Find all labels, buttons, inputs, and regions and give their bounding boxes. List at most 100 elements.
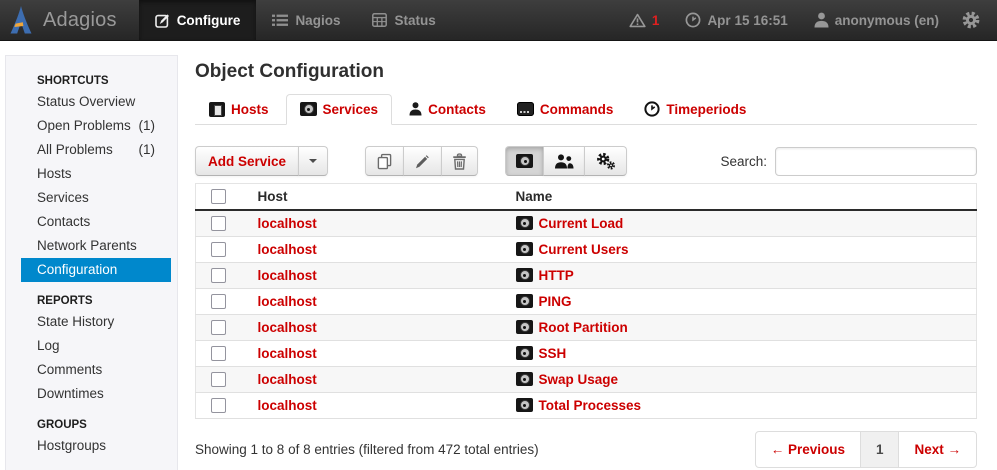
user-icon xyxy=(814,12,829,28)
row-checkbox[interactable] xyxy=(211,294,226,309)
contacts-view-button[interactable] xyxy=(543,146,585,176)
sidebar-item-comments[interactable]: Comments xyxy=(21,358,171,382)
sidebar-item-label: Status Overview xyxy=(37,94,135,110)
sidebar-item-hostgroups[interactable]: Hostgroups xyxy=(21,434,171,458)
next-page-button[interactable]: Next → xyxy=(898,431,977,468)
service-link[interactable]: Root Partition xyxy=(539,320,628,335)
tab-services[interactable]: Services xyxy=(286,94,393,125)
warning-icon xyxy=(629,13,646,28)
object-type-tabs: Hosts Services Contacts Commands xyxy=(195,94,977,125)
username-label: anonymous (en) xyxy=(835,13,939,28)
sidebar-item-state-history[interactable]: State History xyxy=(21,310,171,334)
sidebar-item-downtimes[interactable]: Downtimes xyxy=(21,382,171,406)
user-menu[interactable]: anonymous (en) xyxy=(806,12,947,28)
row-checkbox[interactable] xyxy=(211,346,226,361)
alerts-indicator[interactable]: 1 xyxy=(621,13,668,28)
service-link[interactable]: Total Processes xyxy=(539,398,642,413)
service-link[interactable]: PING xyxy=(539,294,572,309)
row-checkbox[interactable] xyxy=(211,268,226,283)
row-checkbox[interactable] xyxy=(211,242,226,257)
sidebar-item-label: Downtimes xyxy=(37,386,104,402)
service-link[interactable]: SSH xyxy=(539,346,567,361)
sidebar-item-network-parents[interactable]: Network Parents xyxy=(21,234,171,258)
table-row: localhost HTTP xyxy=(196,262,977,288)
previous-page-button[interactable]: ← Previous xyxy=(755,431,861,468)
select-all-checkbox[interactable] xyxy=(211,189,226,204)
services-view-button[interactable] xyxy=(505,146,544,176)
search-area: Search: xyxy=(720,147,977,176)
table-row: localhost Root Partition xyxy=(196,314,977,340)
sidebar-item-configuration[interactable]: Configuration xyxy=(21,258,171,282)
nav-item-nagios[interactable]: Nagios xyxy=(256,0,356,40)
host-link[interactable]: localhost xyxy=(258,268,317,283)
row-checkbox[interactable] xyxy=(211,372,226,387)
clock-icon xyxy=(685,12,701,28)
service-link[interactable]: Swap Usage xyxy=(539,372,619,387)
host-link[interactable]: localhost xyxy=(258,398,317,413)
service-link[interactable]: Current Users xyxy=(539,242,629,257)
sidebar-item-label: Configuration xyxy=(37,262,117,278)
sidebar-item-hosts[interactable]: Hosts xyxy=(21,162,171,186)
sidebar-section-title: SHORTCUTS xyxy=(21,71,171,90)
column-header-name: Name xyxy=(506,184,977,211)
host-link[interactable]: localhost xyxy=(258,346,317,361)
datetime-label: Apr 15 16:51 xyxy=(707,13,787,28)
row-checkbox[interactable] xyxy=(211,216,226,231)
sidebar-section-title: GROUPS xyxy=(21,415,171,434)
entries-info: Showing 1 to 8 of 8 entries (filtered fr… xyxy=(195,442,539,457)
problem-count-badge: (1) xyxy=(139,142,156,158)
tab-timeperiods[interactable]: Timeperiods xyxy=(630,94,760,125)
datetime-indicator[interactable]: Apr 15 16:51 xyxy=(677,12,795,28)
sidebar-item-services[interactable]: Services xyxy=(21,186,171,210)
problem-count-badge: (1) xyxy=(139,118,156,134)
host-link[interactable]: localhost xyxy=(258,372,317,387)
add-service-group: Add Service xyxy=(195,146,328,176)
row-checkbox[interactable] xyxy=(211,320,226,335)
sidebar-item-log[interactable]: Log xyxy=(21,334,171,358)
table-row: localhost Current Users xyxy=(196,236,977,262)
tab-contacts[interactable]: Contacts xyxy=(395,94,500,125)
nav-item-status[interactable]: Status xyxy=(356,0,451,40)
add-service-dropdown-button[interactable] xyxy=(298,146,328,176)
sidebar-item-status-overview[interactable]: Status Overview xyxy=(21,90,171,114)
brand-name: Adagios xyxy=(43,9,117,32)
row-checkbox[interactable] xyxy=(211,398,226,413)
host-icon xyxy=(209,102,225,117)
tab-hosts[interactable]: Hosts xyxy=(195,94,283,125)
gears-icon xyxy=(595,152,616,170)
host-link[interactable]: localhost xyxy=(258,294,317,309)
host-link[interactable]: localhost xyxy=(258,320,317,335)
sidebar-item-label: Comments xyxy=(37,362,102,378)
sidebar-item-contacts[interactable]: Contacts xyxy=(21,210,171,234)
nav-item-configure[interactable]: Configure xyxy=(139,0,257,40)
copy-button[interactable] xyxy=(365,146,404,176)
settings-gear-icon[interactable] xyxy=(957,10,985,30)
sidebar-item-all-problems[interactable]: All Problems(1) xyxy=(21,138,171,162)
person-icon xyxy=(409,102,422,116)
sidebar-item-label: State History xyxy=(37,314,114,330)
edit-button[interactable] xyxy=(403,146,442,176)
sidebar-item-label: Hostgroups xyxy=(37,438,106,454)
column-header-host: Host xyxy=(248,184,506,211)
delete-button[interactable] xyxy=(441,146,478,176)
service-icon xyxy=(516,398,533,412)
search-input[interactable] xyxy=(775,147,977,176)
search-label: Search: xyxy=(720,154,767,169)
add-service-button[interactable]: Add Service xyxy=(195,146,299,176)
alert-count: 1 xyxy=(652,13,660,28)
service-link[interactable]: Current Load xyxy=(539,216,624,231)
sidebar-item-label: Contacts xyxy=(37,214,90,230)
terminal-icon xyxy=(517,102,534,116)
brand[interactable]: Adagios xyxy=(0,0,139,40)
trash-icon xyxy=(452,153,467,170)
sidebar-item-open-problems[interactable]: Open Problems(1) xyxy=(21,114,171,138)
service-icon xyxy=(516,216,533,230)
service-link[interactable]: HTTP xyxy=(539,268,574,283)
settings-view-button[interactable] xyxy=(584,146,627,176)
current-page-button[interactable]: 1 xyxy=(860,431,900,468)
host-link[interactable]: localhost xyxy=(258,216,317,231)
page-title: Object Configuration xyxy=(195,61,977,83)
table-row: localhost Swap Usage xyxy=(196,366,977,392)
tab-commands[interactable]: Commands xyxy=(503,94,628,125)
host-link[interactable]: localhost xyxy=(258,242,317,257)
